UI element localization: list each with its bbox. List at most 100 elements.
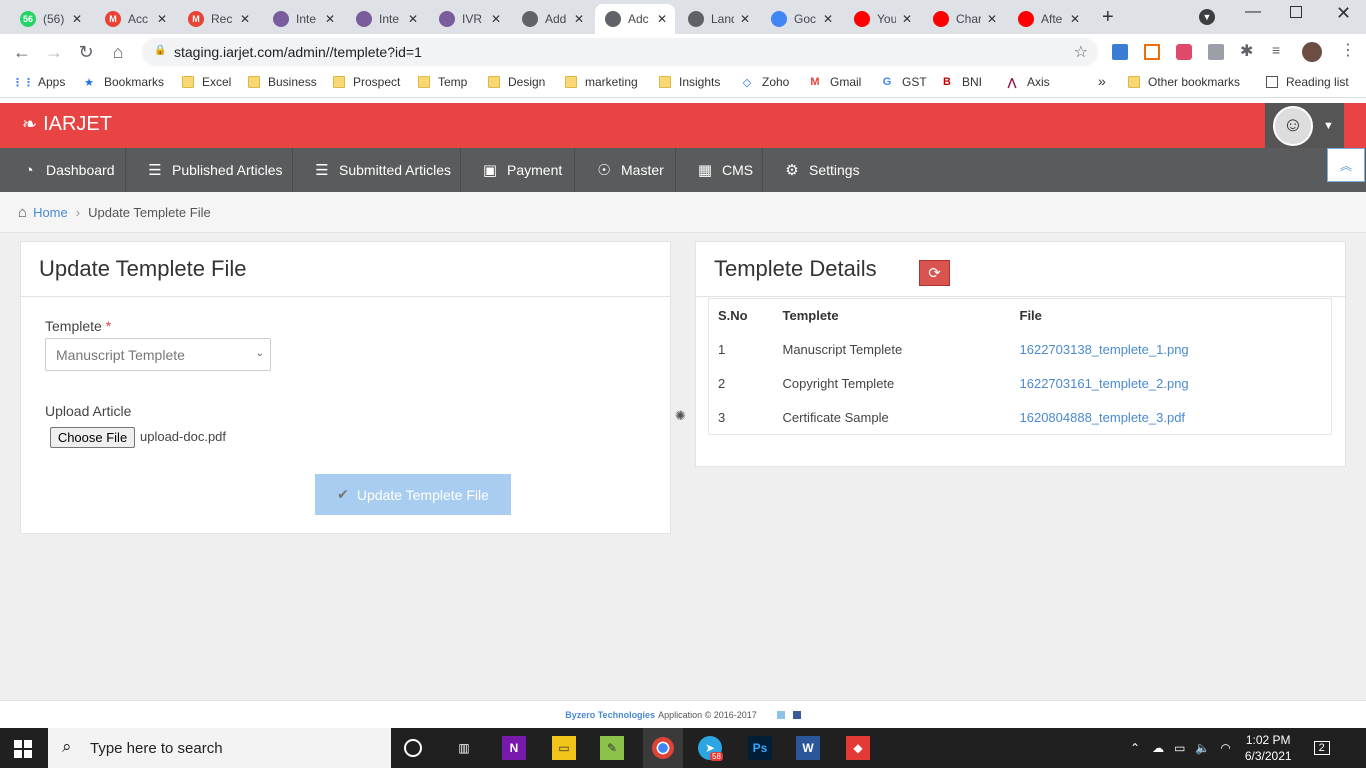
cloud-icon[interactable]: ☁ xyxy=(1152,741,1164,755)
file-link[interactable]: 1622703161_templete_2.png xyxy=(1020,376,1189,391)
anydesk-icon[interactable]: ◆ xyxy=(846,736,870,760)
reload-button[interactable]: ↻ xyxy=(72,38,100,66)
browser-tab[interactable]: Inte ✕ xyxy=(263,4,343,34)
nav-item[interactable]: ☰ Published Articles xyxy=(126,148,293,192)
breadcrumb-home[interactable]: Home xyxy=(33,205,68,220)
onenote-icon[interactable]: N xyxy=(502,736,526,760)
close-tab-icon[interactable]: ✕ xyxy=(155,12,169,26)
notification-icon[interactable]: 2 xyxy=(1313,741,1330,755)
chevron-up-icon[interactable]: ⌃ xyxy=(1130,741,1140,755)
close-tab-icon[interactable]: ✕ xyxy=(900,12,914,26)
browser-tab[interactable]: Add Jou ✕ xyxy=(512,4,592,34)
restore-button[interactable] xyxy=(1290,6,1302,18)
footer-company[interactable]: Byzero Technologies xyxy=(565,710,655,720)
nav-item[interactable]: ▣ Payment xyxy=(461,148,575,192)
volume-icon[interactable]: 🔈 xyxy=(1195,741,1210,755)
close-window-button[interactable]: ✕ xyxy=(1336,3,1351,24)
wifi-icon[interactable]: ◠ xyxy=(1220,741,1230,755)
close-tab-icon[interactable]: ✕ xyxy=(1068,12,1082,26)
file-link[interactable]: 1622703138_templete_1.png xyxy=(1020,342,1189,357)
back-button[interactable]: ← xyxy=(8,38,36,66)
file-explorer-icon[interactable]: ▭ xyxy=(552,736,576,760)
bookmark-item[interactable]: marketing xyxy=(565,75,638,89)
bookmark-item[interactable]: Prospect xyxy=(333,75,400,89)
twitter-icon[interactable] xyxy=(776,710,785,719)
nav-item[interactable]: ☰ Submitted Articles xyxy=(293,148,461,192)
nav-item[interactable]: ⚙ Settings xyxy=(763,148,861,192)
bookmark-item[interactable]: ⋀ Axis xyxy=(1005,75,1049,89)
bookmark-item[interactable]: ◇ Zoho xyxy=(740,75,790,89)
extension-icon[interactable] xyxy=(1144,44,1160,60)
scroll-top-button[interactable]: ︽ xyxy=(1327,148,1365,182)
file-link[interactable]: 1620804888_templete_3.pdf xyxy=(1020,410,1186,425)
address-bar[interactable]: 🔒 staging.iarjet.com/admin//templete?id=… xyxy=(142,38,1098,66)
bookmark-item[interactable]: ⋮⋮ Apps xyxy=(12,75,65,89)
choose-file-button[interactable]: Choose File xyxy=(50,427,135,448)
extension-icon[interactable] xyxy=(1208,44,1224,60)
bookmark-item[interactable]: M Gmail xyxy=(808,75,861,89)
browser-tab[interactable]: Inte ✕ xyxy=(346,4,426,34)
nav-item[interactable]: ◔ Dashboard xyxy=(0,148,126,192)
close-tab-icon[interactable]: ✕ xyxy=(323,12,337,26)
close-tab-icon[interactable]: ✕ xyxy=(985,12,999,26)
nav-item[interactable]: ☉ Master xyxy=(575,148,676,192)
nav-item[interactable]: ▦ CMS xyxy=(676,148,763,192)
bookmark-item[interactable]: Temp xyxy=(418,75,467,89)
extension-icon[interactable] xyxy=(1112,44,1128,60)
browser-tab[interactable]: Landing ✕ xyxy=(678,4,758,34)
puzzle-icon[interactable]: ✱ xyxy=(1240,41,1253,61)
tab-search-icon[interactable]: ▼ xyxy=(1199,9,1215,25)
user-menu[interactable]: ☺ ▼ xyxy=(1265,103,1344,148)
media-icon[interactable]: ≡ xyxy=(1272,42,1280,58)
close-tab-icon[interactable]: ✕ xyxy=(738,12,752,26)
close-tab-icon[interactable]: ✕ xyxy=(406,12,420,26)
task-view-icon[interactable]: ▥ xyxy=(452,736,476,760)
notepad-icon[interactable]: ✎ xyxy=(600,736,624,760)
browser-tab[interactable]: Adc ✕ xyxy=(595,4,675,34)
more-bookmarks-button[interactable]: » xyxy=(1098,73,1106,89)
facebook-icon[interactable] xyxy=(792,710,801,719)
brand-logo[interactable]: ❧ IARJET xyxy=(22,113,112,136)
refresh-button[interactable]: ⟳ xyxy=(919,260,950,286)
templete-select[interactable]: Manuscript Templete ⌄ xyxy=(45,338,271,371)
bookmark-item[interactable]: Design xyxy=(488,75,545,89)
profile-avatar[interactable] xyxy=(1302,42,1322,62)
close-tab-icon[interactable]: ✕ xyxy=(489,12,503,26)
close-tab-icon[interactable]: ✕ xyxy=(655,12,669,26)
close-tab-icon[interactable]: ✕ xyxy=(821,12,835,26)
browser-tab[interactable]: Goc ✕ xyxy=(761,4,841,34)
forward-button[interactable]: → xyxy=(40,38,68,66)
minimize-button[interactable]: — xyxy=(1245,3,1261,21)
update-templete-button[interactable]: ✔ Update Templete File xyxy=(315,474,511,515)
browser-tab[interactable]: M Acc ✕ xyxy=(95,4,175,34)
browser-tab[interactable]: Charact ✕ xyxy=(923,4,1005,34)
bookmark-item[interactable]: ★ Bookmarks xyxy=(82,75,164,89)
bookmark-item[interactable]: G GST xyxy=(880,75,927,89)
cortana-icon[interactable] xyxy=(404,739,422,757)
new-tab-button[interactable]: + xyxy=(1102,6,1114,29)
bookmark-star-icon[interactable]: ☆ xyxy=(1074,42,1088,62)
browser-tab[interactable]: Afte ✕ xyxy=(1008,4,1088,34)
windows-start-icon[interactable] xyxy=(14,740,32,758)
battery-icon[interactable]: ▭ xyxy=(1174,741,1185,755)
reading-list[interactable]: Reading list xyxy=(1266,75,1349,89)
bookmark-item[interactable]: Business xyxy=(248,75,317,89)
bookmark-item[interactable]: Insights xyxy=(659,75,720,89)
close-tab-icon[interactable]: ✕ xyxy=(70,12,84,26)
other-bookmarks[interactable]: Other bookmarks xyxy=(1128,75,1240,89)
clock[interactable]: 1:02 PM 6/3/2021 xyxy=(1245,732,1292,764)
home-button[interactable]: ⌂ xyxy=(104,38,132,66)
taskbar-search-input[interactable]: ⌕ Type here to search xyxy=(48,728,391,768)
close-tab-icon[interactable]: ✕ xyxy=(572,12,586,26)
browser-tab[interactable]: IVR ✕ xyxy=(429,4,509,34)
browser-tab[interactable]: 56 (56) ✕ xyxy=(10,4,90,34)
word-icon[interactable]: W xyxy=(796,736,820,760)
browser-tab[interactable]: M Rec ✕ xyxy=(178,4,258,34)
extension-icon[interactable] xyxy=(1176,44,1192,60)
bookmark-item[interactable]: B BNI xyxy=(940,75,982,89)
chrome-icon[interactable] xyxy=(643,728,683,768)
close-tab-icon[interactable]: ✕ xyxy=(238,12,252,26)
menu-icon[interactable]: ⋮ xyxy=(1340,40,1356,60)
bookmark-item[interactable]: Excel xyxy=(182,75,231,89)
photoshop-icon[interactable]: Ps xyxy=(748,736,772,760)
